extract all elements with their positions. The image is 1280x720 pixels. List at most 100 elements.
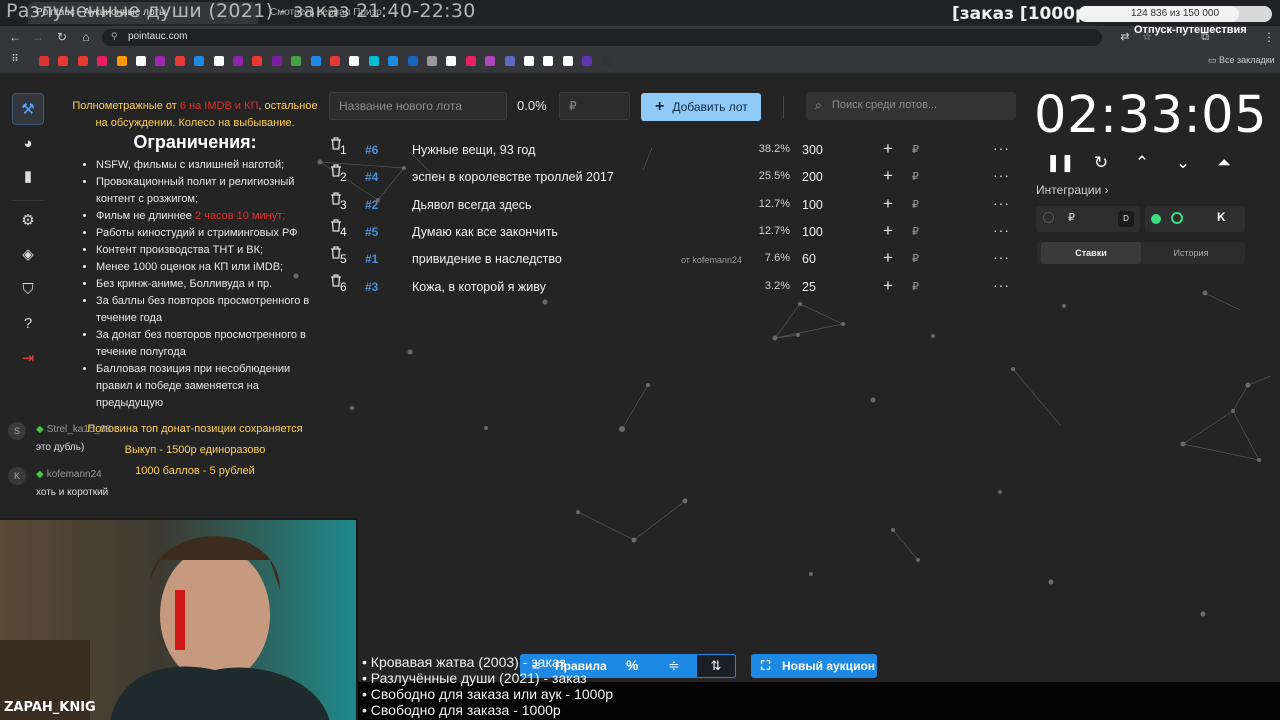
add-amount-icon[interactable]: + [883,194,893,214]
new-lot-name-input[interactable]: Название нового лота [329,92,507,120]
lot-name[interactable]: Кожа, в которой я живу [412,280,546,294]
translate-icon[interactable]: ⇄ [1118,30,1132,44]
bookmark-favicon-icon[interactable] [330,56,340,66]
bookmark-favicon-icon[interactable] [388,56,399,66]
lot-row[interactable]: 1 #6 Нужные вещи, 93 год 38.2% 300 + ₽ ··· [330,137,1020,164]
bookmark-favicon-icon[interactable] [349,56,360,66]
back-icon[interactable]: ← [8,30,22,44]
wheel-icon[interactable]: ◕ [12,128,44,160]
bookmark-favicon-icon[interactable] [562,56,573,66]
bookmark-favicon-icon[interactable] [252,56,263,66]
bookmark-favicon-icon[interactable] [233,56,243,66]
reset-timer-icon[interactable]: ↻ [1088,150,1114,176]
lot-name[interactable]: Думаю как все закончить [412,225,558,239]
new-lot-amount-input[interactable]: ₽ [559,92,630,120]
add-amount-icon[interactable]: + [883,248,893,268]
url-field[interactable]: ⚲ pointauc.com [102,29,1102,46]
bookmark-favicon-icon[interactable] [485,56,496,66]
stats-icon[interactable]: ▮ [12,161,44,193]
more-options-icon[interactable]: ··· [993,277,1010,293]
bookmark-favicon-icon[interactable] [116,56,127,66]
add-lot-button[interactable]: + Добавить лот [641,93,761,121]
tab-bets[interactable]: Ставки [1041,242,1141,264]
more-options-icon[interactable]: ··· [993,140,1010,156]
lot-amount[interactable]: 100 [802,198,823,212]
lot-row[interactable]: 3 #2 Дьявол всегда здесь 12.7% 100 + ₽ ··· [330,191,1020,219]
bookmark-favicon-icon[interactable] [194,56,205,66]
timer-add-icon[interactable]: ⌃ [1129,150,1155,176]
bookmark-favicon-icon[interactable] [524,56,534,66]
logout-icon[interactable]: ⇥ [12,343,44,375]
split-icon[interactable]: ≑ [668,657,680,674]
bookmark-favicon-icon[interactable] [504,56,515,66]
add-amount-icon[interactable]: + [883,276,893,296]
more-options-icon[interactable]: ··· [993,222,1010,238]
integrations-link[interactable]: Интеграции › [1036,183,1109,197]
bookmark-favicon-icon[interactable] [213,56,224,66]
lot-search-input[interactable]: ⌕ Поиск среди лотов... [806,92,1016,120]
shield-icon[interactable]: ⛉ [12,274,44,306]
lot-amount[interactable]: 200 [802,170,823,184]
sort-icon[interactable]: ⇅ [696,654,736,678]
forward-icon[interactable]: → [31,30,45,44]
timer-double-icon[interactable]: ⏶ [1211,150,1237,176]
percent-icon[interactable]: % [626,657,638,673]
lot-row[interactable]: 4 #5 Думаю как все закончить 12.7% 100 + ₽ ··· [330,219,1020,246]
layers-icon[interactable]: ◈ [12,239,44,271]
new-auction-button[interactable]: ⛶ Новый аукцион [751,654,877,678]
bookmark-favicon-icon[interactable] [465,56,476,66]
bookmark-favicon-icon[interactable] [543,56,554,66]
lot-name[interactable]: Дьявол всегда здесь [412,198,532,212]
bookmark-favicon-icon[interactable] [271,56,282,66]
lot-amount[interactable]: 25 [802,280,816,294]
pause-icon[interactable]: ❚❚ [1046,150,1075,176]
lot-name[interactable]: привидение в наследство [412,252,562,266]
bookmark-favicon-icon[interactable] [601,56,612,66]
lot-name[interactable]: эспен в королевстве троллей 2017 [412,170,614,184]
reload-icon[interactable]: ↻ [55,30,69,44]
lot-name[interactable]: Нужные вещи, 93 год [412,143,535,157]
add-amount-icon[interactable]: + [883,221,893,241]
tab-history[interactable]: История [1141,242,1241,264]
bookmark-favicon-icon[interactable] [446,56,457,66]
lot-row[interactable]: 2 #4 эспен в королевстве троллей 2017 25.5%… [330,164,1020,191]
add-amount-icon[interactable]: + [883,166,893,186]
bookmark-favicon-icon[interactable] [58,56,69,66]
left-navigation: ⚒ ◕ ▮ ⚙ ◈ ⛉ ? ⇥ [8,88,48,388]
rules-item: За донат без повторов просмотренного в т… [96,327,320,361]
bookmark-favicon-icon[interactable] [407,56,418,66]
bookmark-favicon-icon[interactable] [39,56,49,66]
bookmark-favicon-icon[interactable] [174,56,185,66]
help-icon[interactable]: ? [12,308,44,340]
bookmark-favicon-icon[interactable] [77,56,88,66]
bookmark-favicon-icon[interactable] [582,56,593,66]
donation-integration-box[interactable]: ₽ D [1036,206,1140,232]
home-icon[interactable]: ⌂ [79,30,93,44]
browser-menu-icon[interactable]: ⋮ [1262,30,1276,44]
vk-integration-box[interactable]: K [1145,206,1245,232]
lot-amount[interactable]: 100 [802,225,823,239]
more-options-icon[interactable]: ··· [993,249,1010,265]
auction-hammer-icon[interactable]: ⚒ [12,93,44,125]
more-options-icon[interactable]: ··· [993,167,1010,183]
settings-gear-icon[interactable]: ⚙ [12,205,44,237]
add-amount-icon[interactable]: + [883,139,893,159]
timer-subtract-icon[interactable]: ⌄ [1170,150,1196,176]
bookmark-favicon-icon[interactable] [155,56,166,66]
order-price-overlay: [заказ [1000р] [952,4,1095,24]
lot-amount[interactable]: 60 [802,252,816,266]
bookmark-favicon-icon[interactable] [136,56,146,66]
auction-timer: 02:33:05 [1034,86,1268,145]
lot-amount[interactable]: 300 [802,143,823,157]
lot-row[interactable]: 5 #1 привидение в наследство от kofemann24 7… [330,246,1020,273]
bookmark-favicon-icon[interactable] [310,56,321,66]
all-bookmarks[interactable]: ▭ Все закладки [1208,55,1275,66]
bookmark-favicon-icon[interactable] [97,56,108,66]
site-info-icon[interactable]: ⚲ [111,31,118,42]
lot-row[interactable]: 6 #3 Кожа, в которой я живу 3.2% 25 + ₽ ··· [330,273,1020,301]
more-options-icon[interactable]: ··· [993,195,1010,211]
bookmark-favicon-icon[interactable] [427,56,437,66]
apps-grid-icon[interactable]: ⠿ [8,53,22,67]
bookmark-favicon-icon[interactable] [368,56,379,66]
bookmark-favicon-icon[interactable] [291,56,302,66]
